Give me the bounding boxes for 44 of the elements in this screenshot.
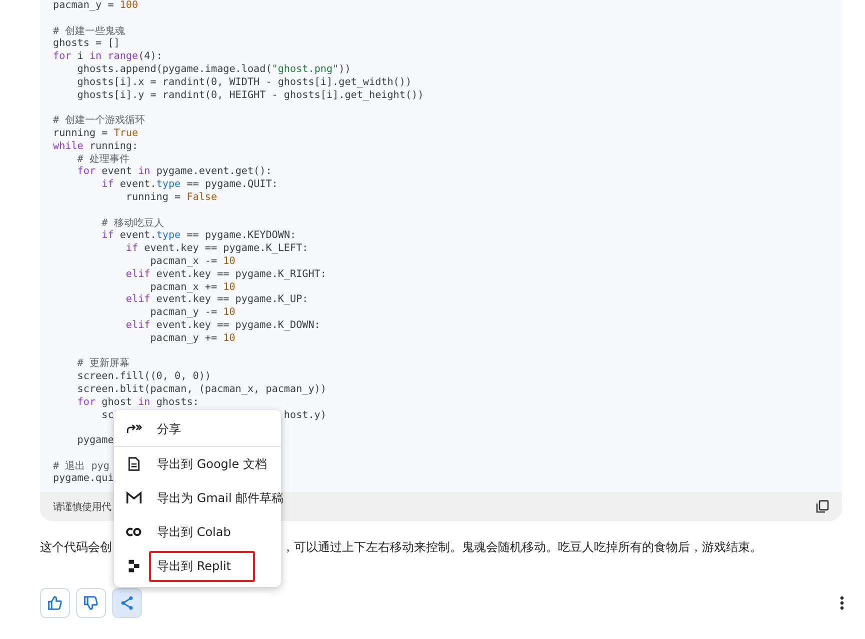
code-line: for ghost in ghosts: (76, 396, 199, 410)
code-line: # 更新屏幕 (76, 358, 130, 371)
code-line: pygame (76, 435, 114, 448)
code-line: running = False (124, 192, 218, 205)
code-line: elif event.key == pygame.K_RIGHT: (124, 268, 326, 282)
code-line: host.y) (284, 410, 326, 422)
code-line: pacman_x += 10 (149, 282, 236, 294)
menu-label: 导出到 Google 文档 (156, 456, 268, 472)
menu-item[interactable]: 导出到 Google 文档 (114, 447, 281, 481)
code-line: if event.type == pygame.QUIT: (100, 179, 278, 192)
code-line: # 移动吃豆人 (100, 218, 164, 230)
code-line: pygame.qui (53, 473, 114, 486)
code-line: ghosts.append(pygame.image.load("ghost.png")) (76, 64, 351, 77)
response-text: ，可以通过上下左右移动来控制。鬼魂会随机移动。吃豆人吃掉所有的食物后，游戏结束。 (282, 539, 762, 556)
code-line: # 创建一些鬼魂 (53, 26, 126, 38)
code-line: ghosts[i].x = randint(0, WIDTH - ghosts[i].get_width()) (76, 76, 412, 90)
code-line: pacman_y -= 10 (149, 307, 236, 320)
code-line: # 退出 pyg (53, 460, 110, 473)
code-line: pacman_x -= 10 (149, 256, 236, 269)
response-text: 这个代码会创 (40, 539, 112, 556)
code-line: ghosts = [] (53, 38, 120, 51)
highlighted-label: 导出到 Replit (149, 550, 255, 582)
code-line: if event.key == pygame.K_LEFT: (124, 243, 308, 256)
code-line: # 创建一个游戏循环 (53, 115, 146, 128)
code-line: for event in pygame.event.get(): (76, 166, 272, 179)
code-line: elif event.key == pygame.K_UP: (124, 294, 308, 308)
code-line: sc (100, 410, 114, 422)
menu-label: 分享 (156, 420, 182, 438)
code-line: pacman_y = 100 (53, 0, 138, 13)
code-line: running = True (53, 128, 138, 141)
code-line: elif event.key == pygame.K_DOWN: (124, 320, 320, 333)
menu-item[interactable]: 分享 (114, 412, 281, 446)
menu-item[interactable]: 导出到 Replit (114, 549, 281, 583)
code-line: screen.blit(pacman, (pacman_x, pacman_y)) (76, 384, 326, 397)
code-line: screen.fill((0, 0, 0)) (76, 371, 212, 384)
code-line: # 处理事件 (76, 154, 130, 166)
menu-item[interactable]: 导出到 Colab (114, 515, 281, 549)
code-line: ghosts[i].y = randint(0, HEIGHT - ghosts[i].get_height()) (76, 90, 424, 102)
code-line: pacman_y += 10 (149, 332, 236, 346)
code-line: while running: (53, 140, 138, 154)
menu-label: 导出到 Colab (156, 524, 232, 540)
caution-note: 请谨慎使用代 (53, 500, 112, 514)
code-line: for i in range(4): (53, 51, 162, 64)
code-line: if event.type == pygame.KEYDOWN: (100, 230, 296, 243)
